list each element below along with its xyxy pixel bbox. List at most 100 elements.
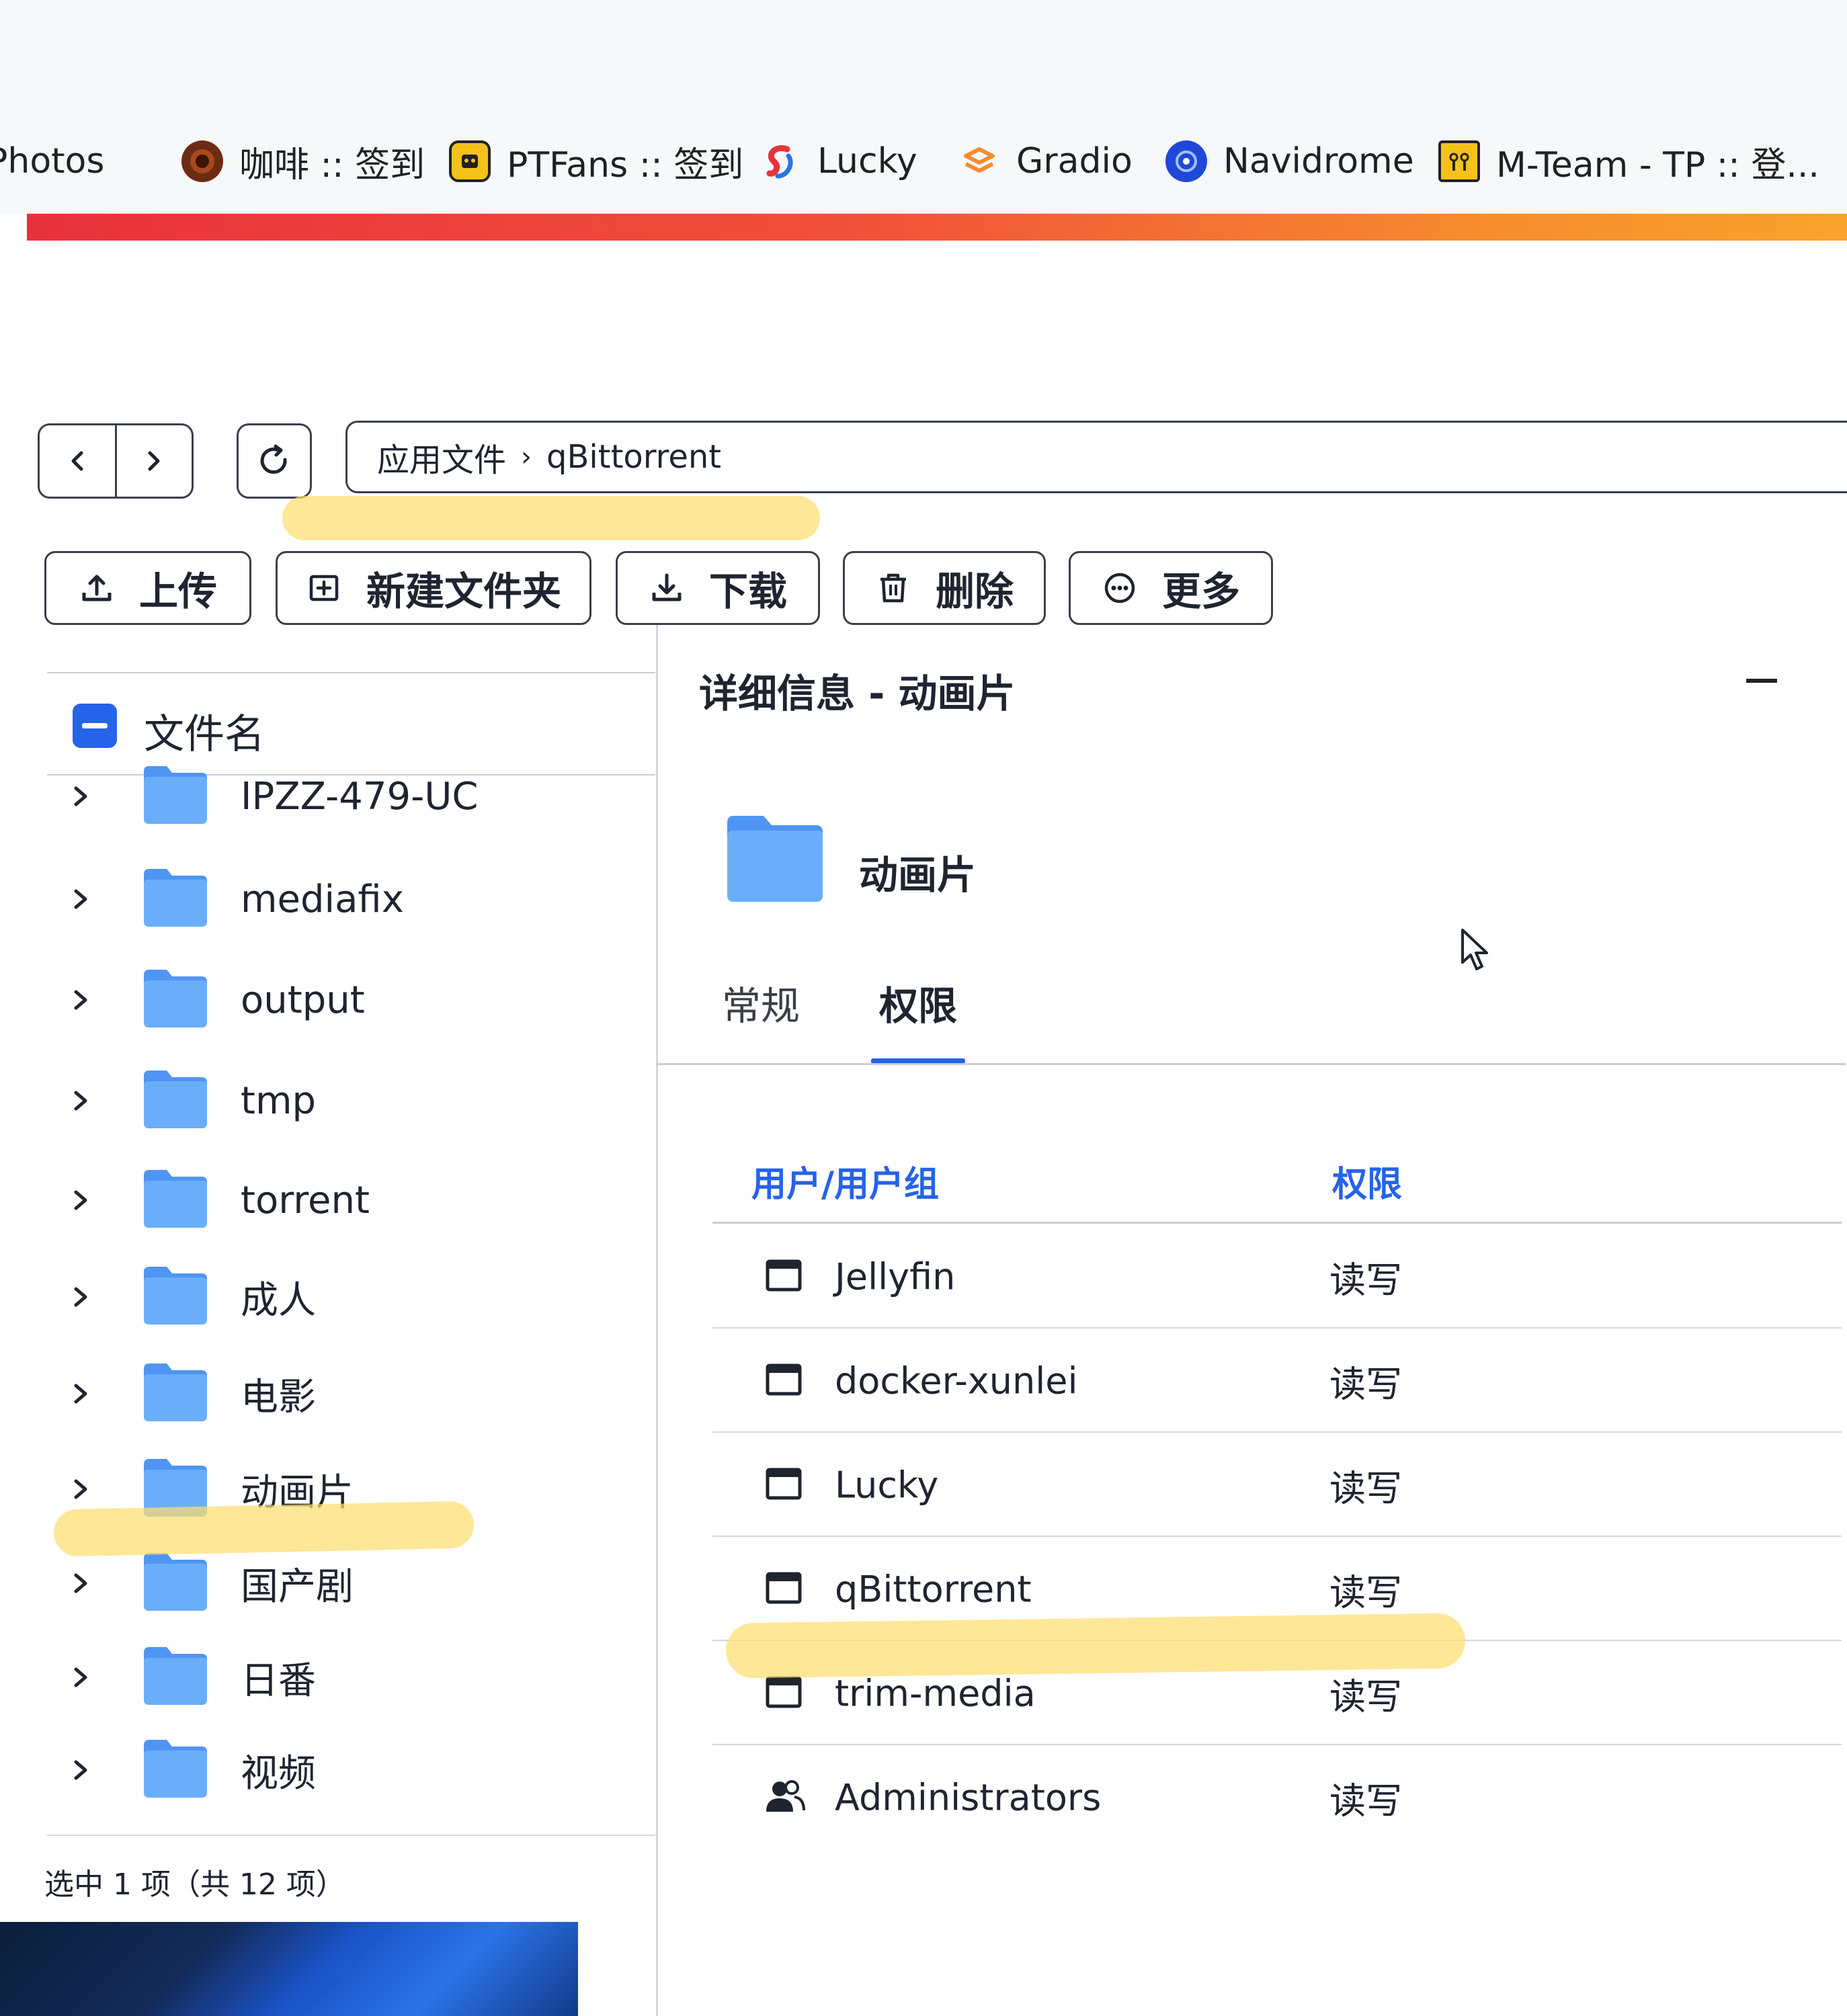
highlighter-mark [53, 1501, 475, 1557]
list-item[interactable]: mediafix [60, 859, 652, 939]
more-label: 更多 [1161, 569, 1240, 614]
upload-button[interactable]: 上传 [44, 551, 251, 625]
trash-icon [880, 573, 906, 603]
navidrome-icon [1165, 140, 1207, 182]
chevron-right-icon[interactable] [60, 1476, 101, 1503]
chevron-right-icon[interactable] [60, 783, 101, 810]
chevron-right-icon[interactable] [60, 1757, 101, 1783]
more-icon [1104, 573, 1135, 603]
folder-icon [142, 1646, 208, 1709]
breadcrumb-separator-icon: › [521, 442, 532, 472]
file-name: output [241, 978, 365, 1022]
bookmark-gradio[interactable]: Gradio [958, 131, 1133, 192]
folder-icon [142, 765, 208, 828]
file-name: 日番 [241, 1658, 316, 1703]
refresh-icon [260, 444, 287, 474]
list-item[interactable]: tmp [60, 1060, 652, 1141]
chevron-right-icon[interactable] [60, 1664, 101, 1691]
back-button[interactable] [40, 425, 117, 497]
chevron-right-icon[interactable] [60, 1284, 101, 1310]
file-name: 成人 [241, 1278, 316, 1322]
user-name: qBittorrent [835, 1568, 1032, 1610]
bookmark-label: M-Team - TP :: 登... [1496, 144, 1819, 185]
permission-value: 读写 [1329, 1363, 1402, 1405]
folder-icon [727, 816, 823, 902]
bookmarks-bar: Photos 咖啡 :: 签到 PTFans :: 签到 Lucky Gradi… [0, 0, 1847, 215]
mouse-cursor-icon [1461, 929, 1488, 970]
list-item[interactable]: torrent [60, 1160, 652, 1241]
delete-label: 删除 [935, 569, 1014, 614]
chevron-right-icon[interactable] [60, 1570, 101, 1597]
desktop-wallpaper [0, 1922, 578, 2016]
table-row[interactable]: Jellyfin 读写 [712, 1224, 1842, 1329]
coffee-site-icon [181, 140, 223, 182]
download-label: 下载 [708, 569, 787, 614]
bookmark-lucky[interactable]: Lucky [760, 131, 917, 192]
user-name: docker-xunlei [835, 1359, 1078, 1402]
breadcrumb[interactable]: 应用文件 › qBittorrent [345, 421, 1847, 493]
column-header-permission: 权限 [1332, 1165, 1403, 1205]
table-row[interactable]: Administrators 读写 [712, 1745, 1842, 1849]
file-name: torrent [241, 1178, 370, 1222]
details-title: 详细信息 - 动画片 [699, 671, 1016, 716]
bookmark-photos[interactable]: Photos [0, 131, 104, 192]
gradio-icon [958, 140, 1000, 182]
user-name: Jellyfin [835, 1255, 956, 1298]
bookmark-label: Gradio [1016, 141, 1133, 181]
tab-divider [656, 1063, 1846, 1065]
forward-button[interactable] [117, 425, 192, 497]
permission-value: 读写 [1329, 1675, 1402, 1718]
chevron-right-icon[interactable] [60, 1380, 101, 1407]
list-item[interactable]: IPZZ-479-UC [60, 756, 652, 837]
breadcrumb-item[interactable]: qBittorrent [546, 438, 721, 476]
bookmark-mteam[interactable]: M-Team - TP :: 登... [1438, 131, 1819, 192]
minimize-icon[interactable] [1746, 679, 1777, 683]
bookmark-ptfans[interactable]: PTFans :: 签到 [449, 131, 743, 192]
mteam-icon [1438, 140, 1480, 182]
lucky-icon [760, 140, 801, 182]
chevron-right-icon [148, 451, 160, 471]
new-folder-button[interactable]: 新建文件夹 [276, 551, 591, 625]
more-button[interactable]: 更多 [1069, 551, 1273, 625]
new-folder-label: 新建文件夹 [366, 569, 561, 614]
table-row[interactable]: Lucky 读写 [712, 1433, 1842, 1537]
list-item[interactable]: 国产剧 [60, 1543, 652, 1624]
column-header-user: 用户/用户组 [751, 1165, 939, 1205]
folder-icon [142, 1265, 208, 1329]
tab-permissions[interactable]: 权限 [879, 974, 957, 1031]
new-folder-icon [309, 575, 339, 601]
list-item[interactable]: output [60, 960, 652, 1040]
refresh-button[interactable] [237, 423, 312, 499]
download-button[interactable]: 下载 [616, 551, 820, 625]
list-item[interactable]: 视频 [60, 1730, 652, 1810]
bookmark-navidrome[interactable]: Navidrome [1165, 131, 1414, 192]
list-item[interactable]: 成人 [60, 1257, 652, 1337]
highlighter-mark [725, 1613, 1466, 1679]
file-name: 国产剧 [241, 1564, 354, 1609]
table-row[interactable]: docker-xunlei 读写 [712, 1329, 1842, 1433]
upload-icon [82, 575, 112, 601]
folder-icon [142, 1169, 208, 1232]
column-header-filename[interactable]: 文件名 [144, 702, 265, 760]
chevron-right-icon[interactable] [60, 1087, 101, 1114]
bookmark-coffee[interactable]: 咖啡 :: 签到 [181, 131, 425, 192]
chevron-right-icon[interactable] [60, 886, 101, 913]
file-name: 视频 [241, 1751, 316, 1796]
select-all-checkbox[interactable] [73, 704, 117, 748]
chevron-right-icon[interactable] [60, 986, 101, 1013]
tab-general[interactable]: 常规 [722, 974, 800, 1031]
chevron-right-icon[interactable] [60, 1187, 101, 1214]
list-item[interactable]: 日番 [60, 1637, 652, 1718]
permission-value: 读写 [1329, 1467, 1402, 1509]
app-window-icon [765, 1571, 803, 1607]
upload-label: 上传 [138, 569, 217, 614]
selection-status: 选中 1 项（共 12 项） [44, 1867, 345, 1902]
app-window-icon [765, 1363, 803, 1399]
delete-button[interactable]: 删除 [843, 551, 1046, 625]
list-item[interactable]: 电影 [60, 1353, 652, 1434]
app-window-icon [765, 1467, 803, 1503]
breadcrumb-item[interactable]: 应用文件 [377, 433, 506, 480]
user-group-icon [765, 1778, 805, 1817]
file-name: mediafix [241, 877, 404, 921]
folder-icon [142, 1362, 208, 1425]
